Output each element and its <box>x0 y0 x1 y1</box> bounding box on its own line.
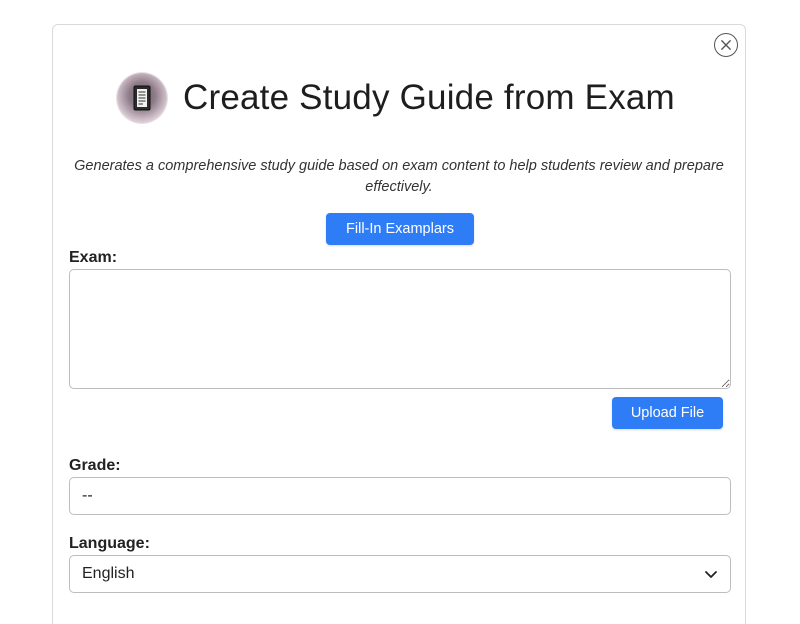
upload-file-button[interactable]: Upload File <box>612 397 723 429</box>
grade-value: -- <box>82 487 93 504</box>
exam-textarea[interactable] <box>69 269 731 389</box>
language-select[interactable]: English <box>69 555 731 593</box>
language-selected-value: English <box>82 565 135 582</box>
notebook-icon <box>133 85 151 111</box>
grade-input[interactable]: -- <box>69 477 731 515</box>
chevron-down-icon <box>705 571 717 578</box>
grade-label: Grade: <box>69 457 121 474</box>
study-guide-dialog: Create Study Guide from Exam Generates a… <box>52 24 746 624</box>
page-title: Create Study Guide from Exam <box>183 78 675 117</box>
dialog-header: Create Study Guide from Exam <box>117 73 675 123</box>
tool-logo <box>117 73 167 123</box>
language-label: Language: <box>69 535 150 552</box>
tool-description: Generates a comprehensive study guide ba… <box>74 158 724 195</box>
close-icon <box>720 39 732 51</box>
close-button[interactable] <box>714 33 738 57</box>
fill-in-examplars-button[interactable]: Fill-In Examplars <box>326 213 474 245</box>
exam-label: Exam: <box>69 249 118 266</box>
